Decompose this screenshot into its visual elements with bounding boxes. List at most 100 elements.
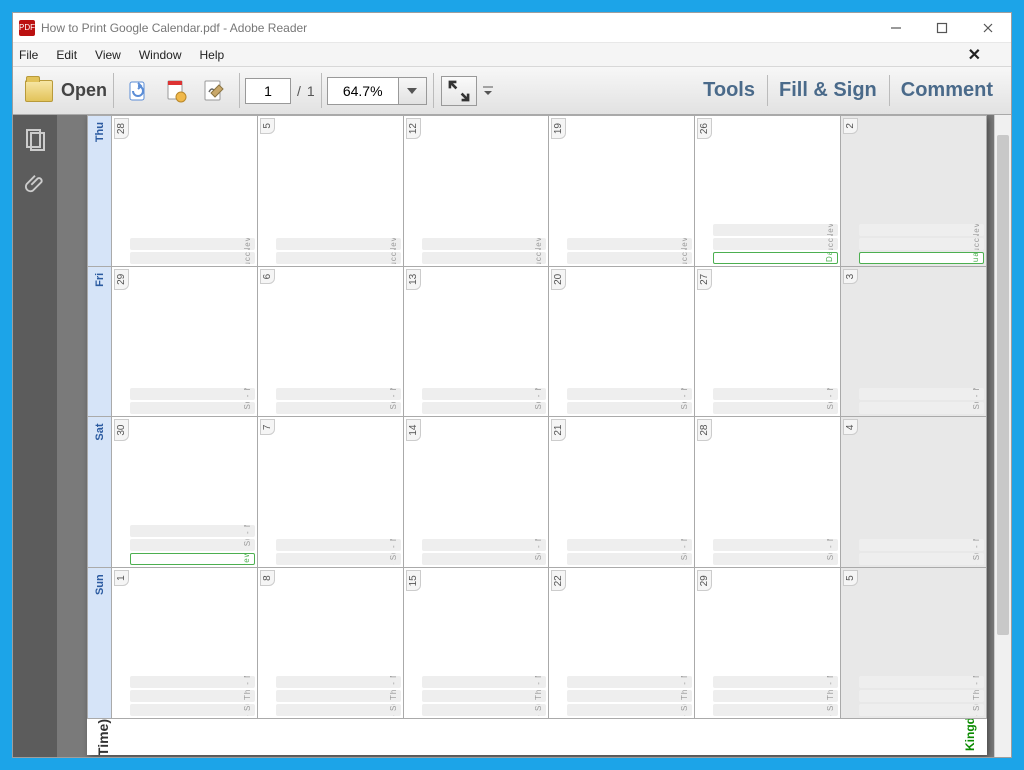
calendar-event: 10:00 - The Word bbox=[422, 690, 547, 702]
date-number: 14 bbox=[406, 420, 421, 441]
fill-sign-tab[interactable]: Fill & Sign bbox=[767, 67, 889, 114]
calendar-event: - Success bbox=[567, 252, 692, 264]
date-number: 26 bbox=[697, 118, 712, 139]
fit-page-button[interactable] bbox=[441, 76, 477, 106]
attachments-button[interactable] bbox=[21, 169, 49, 197]
pdf-page: Dec 2019 (United Kingdom Time) Kingdom S… bbox=[87, 115, 987, 755]
calendar-cell: 709:00 - Success11:00 - Never bbox=[258, 418, 404, 568]
chevron-down-icon bbox=[482, 86, 494, 96]
calendar-event: - Never bbox=[713, 224, 838, 236]
convert-button[interactable] bbox=[121, 74, 155, 108]
calendar-event: 11:00 - Never bbox=[713, 539, 838, 551]
menu-view[interactable]: View bbox=[95, 48, 121, 62]
page-separator: / bbox=[297, 83, 301, 99]
scrollbar-thumb[interactable] bbox=[997, 135, 1009, 635]
calendar-event: 09:00 - Success bbox=[276, 553, 401, 565]
calendar-cell: 12- Success- Never bbox=[404, 116, 550, 266]
convert-icon bbox=[125, 78, 151, 104]
vertical-scrollbar[interactable] bbox=[994, 115, 1011, 757]
calendar-event: - Success bbox=[422, 252, 547, 264]
document-viewport[interactable]: Dec 2019 (United Kingdom Time) Kingdom S… bbox=[57, 115, 1011, 757]
thumbnails-button[interactable] bbox=[21, 125, 49, 153]
calendar-event: 11:00 - Never bbox=[422, 676, 547, 688]
comment-tab[interactable]: Comment bbox=[889, 67, 1005, 114]
calendar-event: 11:00 - Never bbox=[713, 676, 838, 688]
folder-icon bbox=[25, 80, 53, 102]
calendar-content: Dec 2019 (United Kingdom Time) Kingdom S… bbox=[87, 115, 987, 755]
calendar-event: 11:00 - Never bbox=[859, 676, 984, 688]
calendar-cell: 2909:00 - Success11:00 - Never bbox=[112, 267, 258, 417]
tools-tab[interactable]: Tools bbox=[691, 67, 767, 114]
sign-icon bbox=[201, 78, 227, 104]
calendar-event: 11:00 - Never bbox=[422, 539, 547, 551]
calendar-event: 11:00 - Never bbox=[567, 539, 692, 551]
calendar-event: 11:00 - Never bbox=[713, 389, 838, 401]
menu-file[interactable]: File bbox=[19, 48, 38, 62]
calendar-event: 11:00 - Never bbox=[567, 389, 692, 401]
calendar-event: 09:00 - Success bbox=[422, 704, 547, 716]
reading-mode-dropdown[interactable] bbox=[481, 86, 495, 96]
app-window: PDF How to Print Google Calendar.pdf - A… bbox=[12, 12, 1012, 758]
calendar-cell: 5 09:00 - Success 10:00 - The Word 11:00 - … bbox=[841, 568, 986, 718]
calendar-event: 09:00 - Success bbox=[713, 704, 838, 716]
calendar-cell: 409:00 - Success11:00 - Never bbox=[841, 418, 986, 568]
calendar-event: - Never bbox=[130, 238, 255, 250]
date-number: 3 bbox=[843, 269, 858, 285]
date-number: 22 bbox=[551, 570, 566, 591]
minimize-button[interactable] bbox=[873, 13, 919, 43]
calendar-event: 10:00 - The Word bbox=[567, 690, 692, 702]
calendar-event: 09:00 - Success bbox=[130, 704, 255, 716]
day-header: Sun bbox=[88, 568, 112, 718]
navigation-pane bbox=[13, 115, 57, 757]
chevron-down-icon bbox=[407, 88, 417, 94]
menu-edit[interactable]: Edit bbox=[56, 48, 77, 62]
day-column: Fri2909:00 - Success11:00 - Never609:00 … bbox=[88, 266, 986, 417]
zoom-dropdown[interactable] bbox=[398, 78, 426, 104]
date-number: 6 bbox=[260, 269, 275, 285]
menu-window[interactable]: Window bbox=[139, 48, 182, 62]
day-column: Sun109:00 - Success10:00 - The Word11:00… bbox=[88, 567, 986, 718]
calendar-event: 10:00 - The Word bbox=[859, 690, 984, 702]
menu-help[interactable]: Help bbox=[200, 48, 225, 62]
fit-page-icon bbox=[446, 78, 472, 104]
calendar-event: 09:00 - Success bbox=[276, 704, 401, 716]
calendar-cell: 2909:00 - Success10:00 - The Word11:00 -… bbox=[695, 568, 841, 718]
calendar-event: 11:00 - Never bbox=[276, 539, 401, 551]
calendar-event: - Never bbox=[859, 224, 984, 236]
date-number: 28 bbox=[114, 118, 129, 139]
calendar-event: 11:00 - Never bbox=[130, 389, 255, 401]
calendar-cell: 5- Success- Never bbox=[258, 116, 404, 266]
date-number: 5 bbox=[843, 570, 858, 586]
calendar-event: 09:00 - Success bbox=[567, 553, 692, 565]
calendar-cell: 15 09:00 - Success 10:00 - The Word 11:00 -… bbox=[404, 568, 550, 718]
date-number: 27 bbox=[697, 269, 712, 290]
open-button[interactable]: Open bbox=[25, 80, 107, 102]
zoom-combo[interactable]: 64.7% bbox=[327, 77, 427, 105]
date-number: 4 bbox=[843, 420, 858, 436]
calendar-event: 11:00 - Never bbox=[422, 389, 547, 401]
calendar-event: 09:00 - Success bbox=[859, 553, 984, 565]
date-number: 21 bbox=[551, 420, 566, 441]
calendar-event: 11:00 - Never bbox=[130, 676, 255, 688]
thumbnails-icon bbox=[23, 127, 47, 151]
calendar-cell: 2009:00 - Success11:00 - Never bbox=[549, 267, 695, 417]
open-group: Open bbox=[19, 67, 113, 114]
close-document-button[interactable]: ✕ bbox=[968, 45, 987, 65]
date-number: 20 bbox=[551, 269, 566, 290]
page-number-input[interactable] bbox=[245, 78, 291, 104]
close-icon bbox=[982, 22, 994, 34]
calendar-cell: 19- Success- Never bbox=[549, 116, 695, 266]
maximize-button[interactable] bbox=[919, 13, 965, 43]
sign-button[interactable] bbox=[197, 74, 231, 108]
close-button[interactable] bbox=[965, 13, 1011, 43]
menubar: File Edit View Window Help ✕ bbox=[13, 43, 1011, 67]
calendar-cell: 26g Day- Success- Never bbox=[695, 116, 841, 266]
calendar-event: 09:00 - Success bbox=[422, 403, 547, 415]
calendar-event: 09:00 - Success bbox=[859, 704, 984, 716]
create-pdf-button[interactable] bbox=[159, 74, 193, 108]
date-number: 29 bbox=[697, 570, 712, 591]
calendar-cell: 2709:00 - Success11:00 - Never bbox=[695, 267, 841, 417]
calendar-event: - Success bbox=[276, 252, 401, 264]
calendar-event: 09:00 - Success bbox=[276, 403, 401, 415]
date-number: 15 bbox=[406, 570, 421, 591]
